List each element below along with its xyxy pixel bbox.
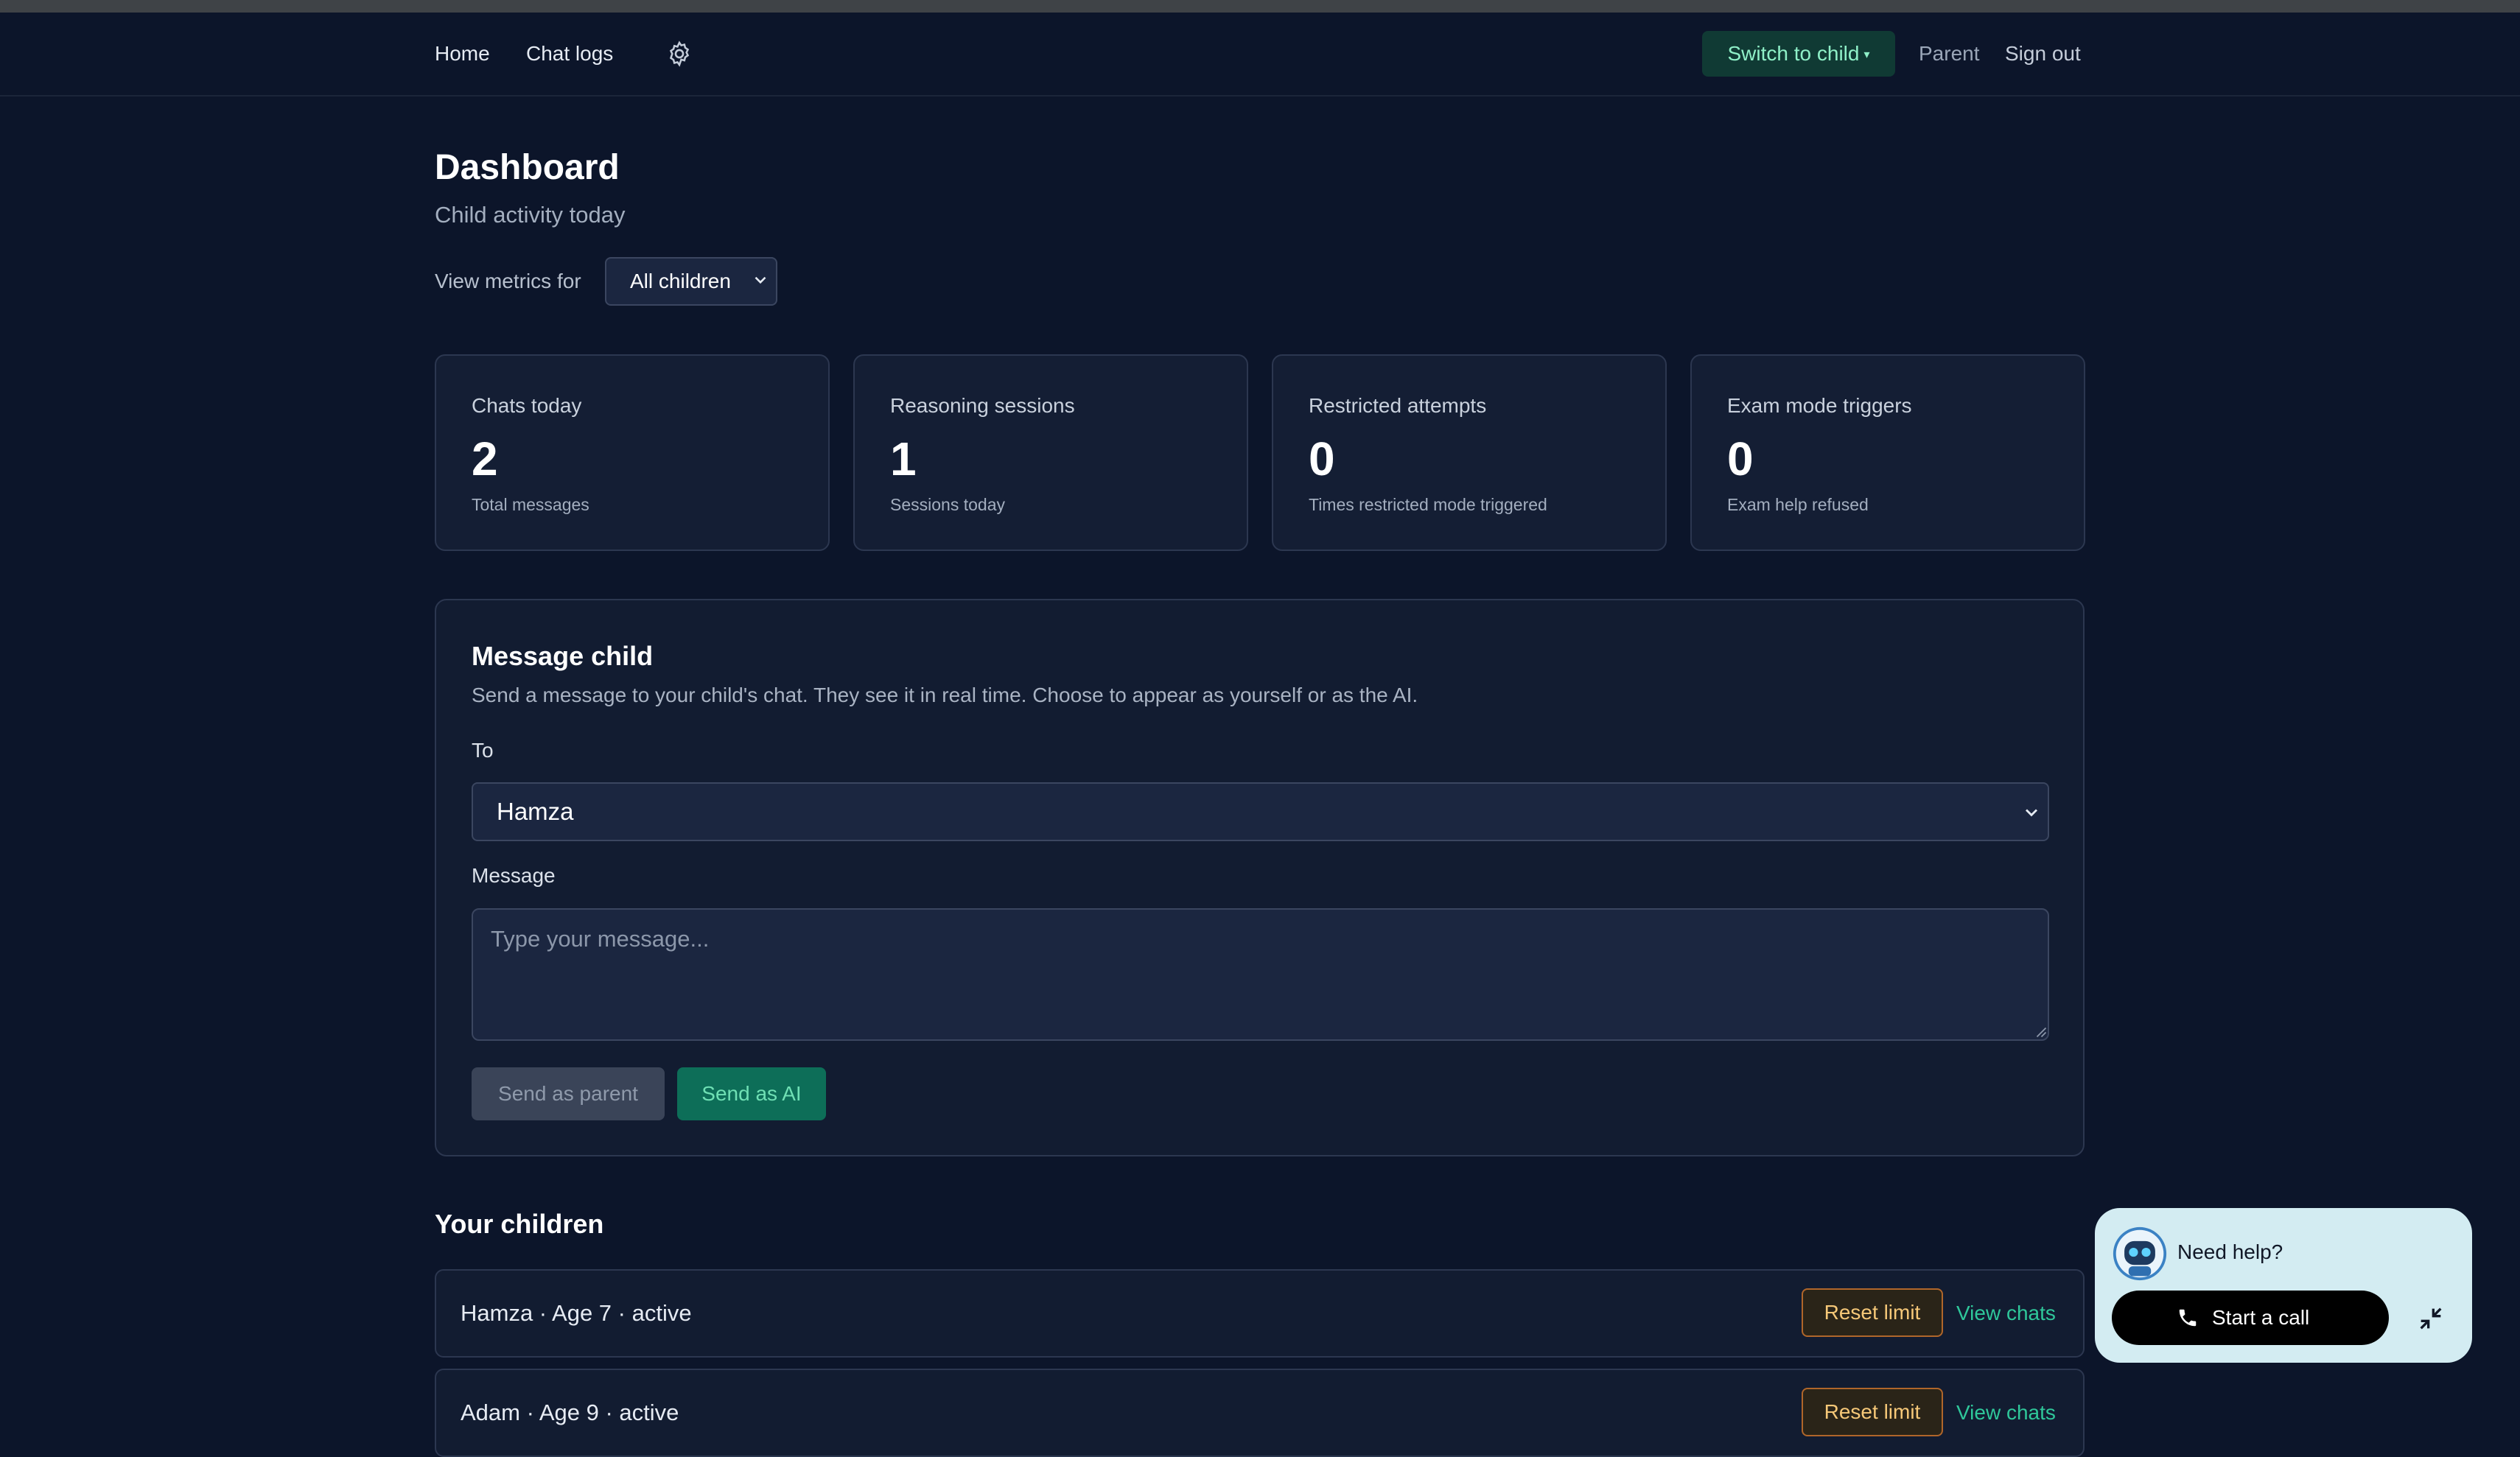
help-prompt: Need help?	[2177, 1240, 2283, 1263]
stat-label: Reasoning sessions	[890, 394, 1075, 417]
start-call-button[interactable]: Start a call	[2112, 1291, 2389, 1345]
top-nav: Home Chat logs Switch to child ▾ Parent S…	[0, 13, 2520, 96]
current-role-label: Parent	[1919, 42, 1980, 65]
metrics-selected-value: All children	[630, 270, 731, 292]
stat-note: Times restricted mode triggered	[1309, 495, 1547, 514]
stat-value: 0	[1727, 432, 1754, 485]
stat-card-restricted-attempts: Restricted attempts 0 Times restricted m…	[1272, 354, 1667, 551]
stat-label: Chats today	[472, 394, 582, 417]
stat-card-chats-today: Chats today 2 Total messages	[435, 354, 830, 551]
chevron-down-icon	[2026, 809, 2037, 817]
gear-icon[interactable]	[665, 40, 693, 68]
child-row: Hamza · Age 7 · active Reset limit View …	[435, 1269, 2085, 1358]
stat-value: 1	[890, 432, 917, 485]
switch-to-child-label: Switch to child	[1727, 42, 1860, 65]
chevron-down-icon	[755, 276, 766, 284]
start-call-label: Start a call	[2212, 1306, 2310, 1329]
caret-down-icon: ▾	[1863, 48, 1870, 61]
page-title: Dashboard	[435, 148, 620, 187]
view-chats-link[interactable]: View chats	[1956, 1398, 2056, 1428]
resize-handle-icon[interactable]	[2034, 1025, 2047, 1038]
phone-icon	[2179, 1309, 2197, 1327]
child-info: Hamza · Age 7 · active	[461, 1300, 692, 1326]
nav-chat-logs-link[interactable]: Chat logs	[526, 39, 613, 69]
child-info: Adam · Age 9 · active	[461, 1400, 679, 1425]
stat-card-exam-mode-triggers: Exam mode triggers 0 Exam help refused	[1690, 354, 2085, 551]
stat-card-reasoning-sessions: Reasoning sessions 1 Sessions today	[853, 354, 1248, 551]
reset-limit-button[interactable]: Reset limit	[1802, 1388, 1943, 1436]
nav-home-link[interactable]: Home	[435, 39, 490, 69]
message-textarea[interactable]	[472, 908, 2049, 1041]
stat-label: Exam mode triggers	[1727, 394, 1912, 417]
stat-note: Sessions today	[890, 495, 1005, 514]
recipient-selected-value: Hamza	[497, 798, 574, 825]
help-widget: Need help? Start a call	[2095, 1208, 2472, 1363]
switch-to-child-button[interactable]: Switch to child ▾	[1702, 31, 1895, 77]
child-row: Adam · Age 9 · active Reset limit View c…	[435, 1369, 2085, 1457]
stat-note: Exam help refused	[1727, 495, 1869, 514]
metrics-child-select[interactable]: All children	[605, 257, 777, 306]
stat-label: Restricted attempts	[1309, 394, 1487, 417]
sign-out-link[interactable]: Sign out	[2005, 39, 2081, 69]
send-as-parent-button[interactable]: Send as parent	[472, 1067, 665, 1120]
stat-value: 0	[1309, 432, 1335, 485]
stat-note: Total messages	[472, 495, 589, 514]
stat-value: 2	[472, 432, 498, 485]
message-panel-description: Send a message to your child's chat. The…	[472, 684, 1418, 706]
metrics-filter-label: View metrics for	[435, 270, 581, 292]
to-label: To	[472, 739, 494, 762]
robot-avatar-icon	[2113, 1226, 2167, 1281]
collapse-icon[interactable]	[2416, 1304, 2446, 1333]
browser-top-strip	[0, 0, 2520, 13]
message-label: Message	[472, 864, 556, 887]
reset-limit-button[interactable]: Reset limit	[1802, 1288, 1943, 1337]
children-section-title: Your children	[435, 1209, 604, 1239]
view-chats-link[interactable]: View chats	[1956, 1299, 2056, 1328]
send-as-ai-button[interactable]: Send as AI	[677, 1067, 826, 1120]
page-subtitle: Child activity today	[435, 202, 626, 228]
recipient-select[interactable]: Hamza	[472, 782, 2049, 841]
message-panel-title: Message child	[472, 641, 654, 671]
message-child-panel: Message child Send a message to your chi…	[435, 599, 2085, 1156]
